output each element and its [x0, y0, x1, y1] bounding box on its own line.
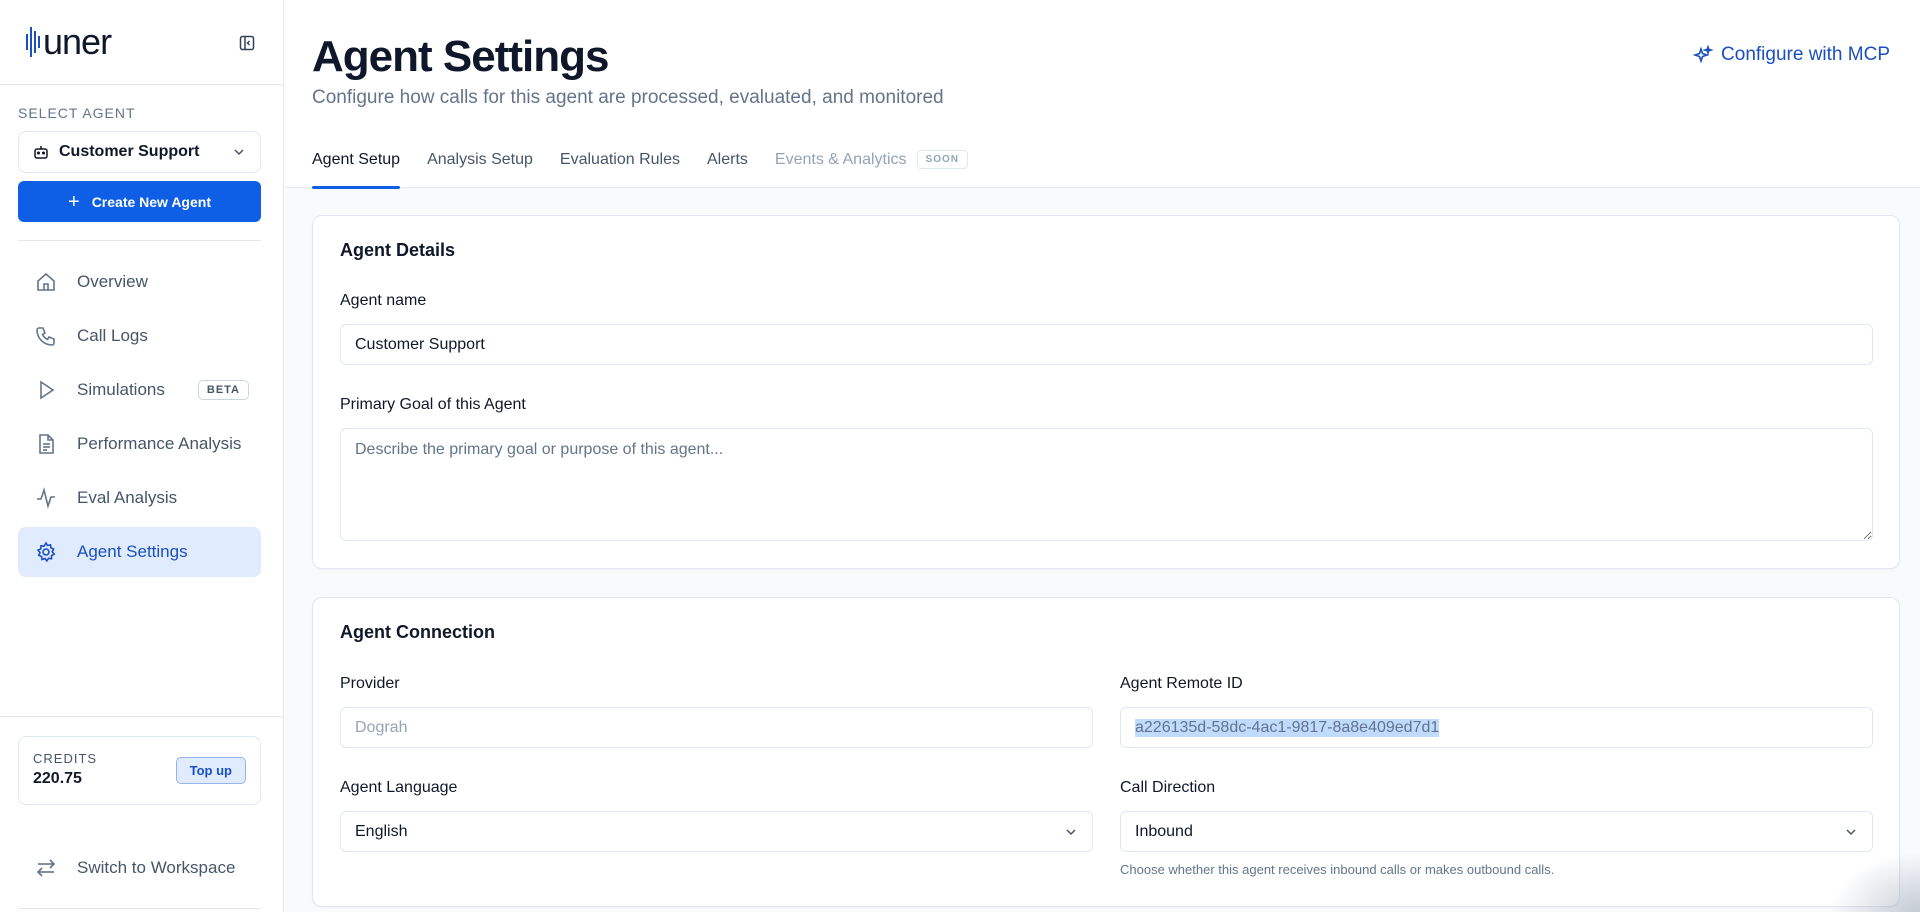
agent-remote-id-label: Agent Remote ID: [1120, 675, 1243, 692]
provider-input: Dograh: [340, 707, 1093, 748]
agent-name-input[interactable]: Customer Support: [340, 324, 1873, 365]
select-agent-label: SELECT AGENT: [18, 105, 136, 121]
agent-name-label: Agent name: [340, 292, 427, 309]
configure-with-mcp-button[interactable]: Configure with MCP: [1693, 44, 1890, 66]
agent-language-select[interactable]: English: [340, 811, 1093, 852]
plus-icon: +: [68, 190, 80, 213]
chevron-down-icon: [1066, 828, 1076, 835]
agent-remote-id-input[interactable]: a226135d-58dc-4ac1-9817-8a8e409ed7d1: [1120, 707, 1873, 748]
switch-to-workspace-button[interactable]: Switch to Workspace: [18, 843, 261, 893]
page-header: Agent Settings Configure how calls for t…: [285, 0, 1920, 189]
tab-evaluation-rules[interactable]: Evaluation Rules: [560, 146, 680, 188]
sidebar-item-overview[interactable]: Overview: [18, 257, 261, 307]
call-direction-label: Call Direction: [1120, 779, 1216, 796]
settings-tabs: Agent Setup Analysis Setup Evaluation Ru…: [312, 146, 995, 189]
activity-icon: [35, 487, 57, 509]
tab-events-analytics-label: Events & Analytics: [774, 151, 907, 168]
document-icon: [35, 433, 57, 455]
agent-language-value: English: [355, 822, 408, 840]
sidebar-item-eval-analysis[interactable]: Eval Analysis: [18, 473, 261, 523]
primary-goal-textarea[interactable]: [340, 428, 1873, 541]
page-title: Agent Settings: [312, 32, 609, 81]
main-content: Agent Settings Configure how calls for t…: [285, 0, 1920, 912]
logo-row: uner: [0, 0, 283, 85]
agent-language-label: Agent Language: [340, 779, 458, 796]
tab-alerts[interactable]: Alerts: [707, 146, 748, 188]
play-icon: [35, 379, 57, 401]
credits-card: CREDITS 220.75 Top up: [18, 736, 261, 805]
bot-icon: [34, 146, 48, 159]
agent-remote-id-value: a226135d-58dc-4ac1-9817-8a8e409ed7d1: [1135, 718, 1440, 737]
logo-mark-icon: [26, 27, 40, 57]
configure-with-mcp-label: Configure with MCP: [1721, 44, 1890, 65]
divider: [18, 240, 261, 241]
call-direction-hint: Choose whether this agent receives inbou…: [1120, 862, 1555, 877]
swap-arrows-icon: [35, 857, 57, 879]
logo: uner: [26, 21, 112, 62]
beta-badge: BETA: [197, 380, 250, 400]
sidebar-item-label: Overview: [77, 272, 148, 291]
top-up-button[interactable]: Top up: [175, 757, 246, 784]
page-subtitle: Configure how calls for this agent are p…: [312, 87, 944, 108]
sidebar-item-label: Agent Settings: [77, 542, 188, 561]
home-icon: [35, 271, 57, 293]
sidebar-nav: Overview Call Logs Simulations BETA Perf…: [18, 257, 261, 581]
soon-badge: SOON: [916, 150, 968, 169]
chevron-down-icon: [1846, 828, 1856, 835]
tab-analysis-setup[interactable]: Analysis Setup: [427, 146, 533, 188]
divider: [0, 716, 284, 717]
collapse-sidebar-button[interactable]: [236, 32, 258, 54]
agent-selector[interactable]: Customer Support: [18, 131, 261, 173]
call-direction-value: Inbound: [1135, 822, 1193, 840]
call-direction-select[interactable]: Inbound: [1120, 811, 1873, 852]
switch-to-workspace-label: Switch to Workspace: [77, 858, 236, 877]
sidebar: uner SELECT AGENT Customer Support + Cre…: [0, 0, 284, 912]
chevron-down-icon: [234, 149, 244, 156]
gear-icon: [35, 541, 57, 563]
sidebar-item-agent-settings[interactable]: Agent Settings: [18, 527, 261, 577]
phone-icon: [35, 325, 57, 347]
agent-details-card: Agent Details Agent name Customer Suppor…: [312, 215, 1900, 569]
selected-agent-name: Customer Support: [59, 143, 200, 160]
provider-label: Provider: [340, 675, 400, 692]
agent-details-title: Agent Details: [340, 240, 456, 260]
primary-goal-label: Primary Goal of this Agent: [340, 396, 526, 413]
tab-events-analytics: Events & Analytics SOON: [775, 146, 968, 188]
create-new-agent-button[interactable]: + Create New Agent: [18, 181, 261, 222]
sidebar-item-label: Simulations: [77, 380, 165, 399]
sidebar-item-call-logs[interactable]: Call Logs: [18, 311, 261, 361]
sidebar-item-simulations[interactable]: Simulations BETA: [18, 365, 261, 415]
sidebar-item-label: Call Logs: [77, 326, 148, 345]
logo-text: uner: [43, 21, 112, 62]
agent-connection-card: Agent Connection Provider Dograh Agent R…: [312, 597, 1900, 907]
sparkles-icon: [1693, 45, 1714, 65]
sidebar-item-label: Performance Analysis: [77, 434, 242, 453]
tab-agent-setup[interactable]: Agent Setup: [312, 146, 401, 189]
create-new-agent-label: Create New Agent: [91, 193, 211, 210]
agent-connection-title: Agent Connection: [340, 622, 495, 642]
sidebar-toggle-icon: [239, 35, 255, 51]
divider: [18, 908, 261, 909]
sidebar-item-label: Eval Analysis: [77, 488, 178, 507]
sidebar-item-performance-analysis[interactable]: Performance Analysis: [18, 419, 261, 469]
